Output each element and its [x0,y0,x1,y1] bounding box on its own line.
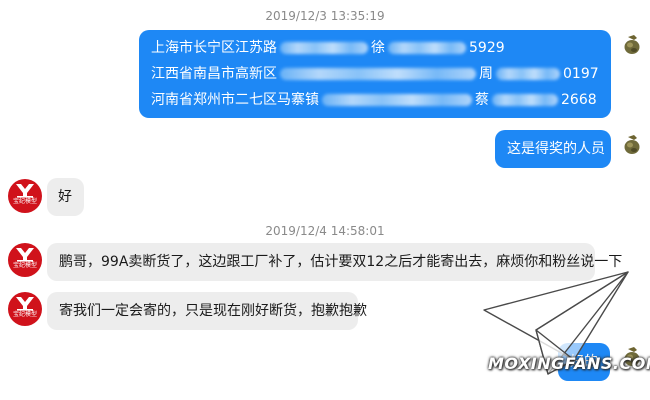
watermark-text: MOXINGFANS.COM [488,354,650,373]
outgoing-message[interactable]: 这是得奖的人员 [495,130,611,168]
user-avatar[interactable] [622,34,642,56]
brand-logo-icon [16,184,34,198]
address-line: 上海市长宁区江苏路 徐 5929 [151,35,599,61]
recipient-name: 徐 [371,40,385,56]
brand-logo-text: 宝纪模型 [12,262,37,269]
phone-suffix: 0197 [563,66,599,82]
redacted-phone [388,42,466,54]
outgoing-address-message[interactable]: 上海市长宁区江苏路 徐 5929 江西省南昌市高新区 周 0197 河南省郑州市… [139,30,611,118]
phone-suffix: 2668 [561,92,597,108]
address-prefix: 江西省南昌市高新区 [151,66,277,82]
recipient-name: 蔡 [475,92,489,108]
address-prefix: 河南省郑州市二七区马寨镇 [151,92,319,108]
incoming-message[interactable]: 鹏哥，99A卖断货了，这边跟工厂补了，估计要双12之后才能寄出去，麻烦你和粉丝说… [47,243,622,281]
shop-avatar[interactable]: 宝纪模型 [8,179,42,213]
phone-suffix: 5929 [469,40,505,56]
brand-logo-icon [16,248,34,262]
recipient-name: 周 [479,66,493,82]
redacted-detail [280,42,368,54]
user-avatar[interactable] [622,134,642,156]
address-line: 江西省南昌市高新区 周 0197 [151,61,599,87]
brand-logo-text: 宝纪模型 [12,198,37,205]
brand-logo-text: 宝纪模型 [12,311,37,318]
redacted-phone [496,68,560,80]
shop-avatar[interactable]: 宝纪模型 [8,243,42,277]
redacted-detail [322,94,472,106]
shop-avatar[interactable]: 宝纪模型 [8,292,42,326]
message-timestamp: 2019/12/3 13:35:19 [265,9,385,23]
redacted-detail [280,68,476,80]
address-line: 河南省郑州市二七区马寨镇 蔡 2668 [151,87,599,113]
incoming-message[interactable]: 寄我们一定会寄的，只是现在刚好断货，抱歉抱歉 [47,292,367,330]
message-timestamp: 2019/12/4 14:58:01 [265,224,385,238]
address-prefix: 上海市长宁区江苏路 [151,40,277,56]
brand-logo-icon [16,297,34,311]
redacted-phone [492,94,558,106]
incoming-message[interactable]: 好 [47,178,84,216]
